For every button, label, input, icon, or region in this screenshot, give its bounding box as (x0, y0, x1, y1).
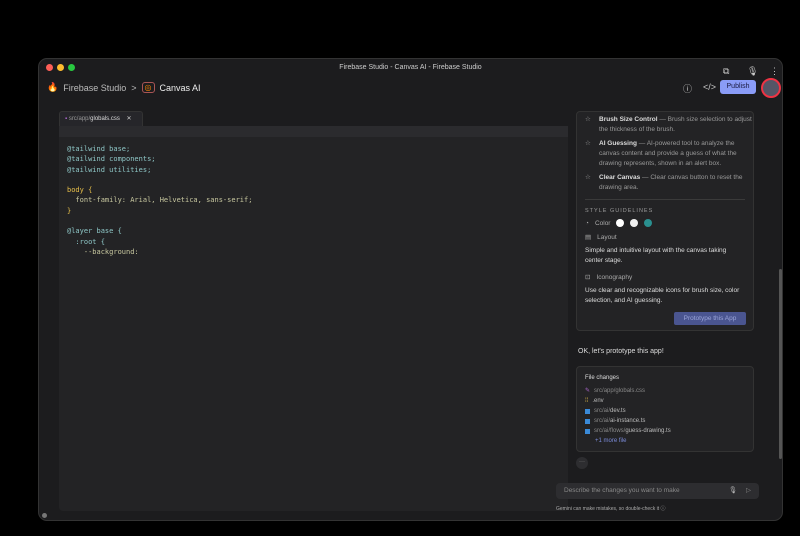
microphone-icon[interactable]: 🎙 (729, 483, 737, 499)
star-icon: ☆ (585, 174, 591, 181)
code-editor[interactable]: @tailwind base; @tailwind components; @t… (59, 126, 568, 511)
chat-input[interactable]: Describe the changes you want to make 🎙 … (556, 483, 759, 499)
window-title: Firebase Studio - Canvas AI - Firebase S… (339, 64, 482, 71)
color-swatch (630, 219, 639, 227)
feature-item: ☆ Brush Size Control — Brush size selecti… (585, 116, 752, 133)
layout-icon: ▤ (585, 234, 592, 241)
prototype-button[interactable]: Prototype this App (674, 312, 746, 325)
css-file-icon: ✎ (585, 388, 591, 394)
code-line: :root { (67, 237, 105, 246)
more-files-link[interactable]: +1 more file (595, 436, 753, 446)
ts-file-icon (585, 428, 590, 434)
help-icon[interactable]: ⓘ (683, 82, 692, 95)
code-content[interactable]: @tailwind base; @tailwind components; @t… (59, 137, 568, 264)
iconography-desc: Use clear and recognizable icons for bru… (585, 287, 740, 304)
css-file-icon: ▪ (65, 116, 68, 122)
avatar[interactable] (761, 78, 781, 98)
ts-file-icon (585, 418, 590, 424)
close-tab-icon[interactable]: ✕ (127, 116, 132, 122)
file-item[interactable]: src/ai/flows/guess-drawing.ts (585, 426, 753, 436)
status-indicator (42, 513, 47, 518)
color-swatch (616, 219, 625, 227)
disclaimer: Gemini can make mistakes, so double-chec… (556, 506, 666, 512)
code-line: @tailwind components; (67, 155, 156, 164)
code-line: } (67, 206, 72, 215)
file-changes-card: File changes ✎ src/app/globals.css ⁞⁞ .env… (576, 366, 754, 452)
file-item[interactable]: src/ai/ai-instance.ts (585, 416, 753, 426)
feature-item: ☆ AI Guessing — AI-powered tool to analyz… (585, 140, 737, 167)
code-line: font-family: Arial, Helvetica, sans-seri… (67, 196, 253, 205)
iconography-icon: ⊡ (585, 274, 591, 281)
assistant-message: OK, let's prototype this app! (578, 348, 664, 355)
code-line: @tailwind utilities; (67, 165, 152, 174)
info-icon[interactable]: ⓘ (661, 506, 666, 512)
env-file-icon: ⁞⁞ (585, 398, 589, 404)
code-line: body { (67, 186, 93, 195)
color-label: Color (594, 219, 611, 227)
file-item[interactable]: ✎ src/app/globals.css (585, 386, 753, 396)
feature-item: ☆ Clear Canvas — Clear canvas button to r… (585, 174, 743, 191)
star-icon: ☆ (585, 116, 591, 123)
file-item[interactable]: src/ai/dev.ts (585, 406, 753, 416)
publish-button[interactable]: Publish (720, 80, 756, 94)
ts-file-icon (585, 408, 590, 414)
style-guidelines-heading: STYLE GUIDELINES (585, 208, 654, 214)
blueprint-card: ☆ Brush Size Control — Brush size selecti… (576, 111, 754, 331)
chat-panel: ☆ Brush Size Control — Brush size selecti… (556, 99, 776, 519)
file-item[interactable]: ⁞⁞ .env (585, 396, 753, 406)
breadcrumb-separator: > (131, 82, 137, 93)
app-window: Firebase Studio - Canvas AI - Firebase S… (38, 58, 783, 521)
chat-placeholder: Describe the changes you want to make (564, 487, 680, 494)
close-window-button[interactable] (46, 64, 53, 71)
app-header: 🔥 Firebase Studio > ◎ Canvas AI ⓘ </> Pu… (39, 78, 782, 98)
title-bar: Firebase Studio - Canvas AI - Firebase S… (39, 59, 782, 77)
tab-dir: src/app/ (68, 116, 91, 122)
more-options-icon[interactable]: ··· (576, 457, 588, 469)
send-icon[interactable]: ▷ (746, 483, 751, 499)
palette-icon: ◔ (585, 219, 589, 227)
code-line: @layer base { (67, 227, 122, 236)
tab-file: globals.css (90, 116, 120, 122)
maximize-window-button[interactable] (68, 64, 75, 71)
code-line: @tailwind base; (67, 145, 131, 153)
project-name[interactable]: Canvas AI (160, 83, 201, 93)
project-icon: ◎ (141, 82, 155, 93)
firebase-logo-icon: 🔥 (47, 82, 59, 92)
tab-globals-css[interactable]: ▪ src/app/globals.css ✕ (59, 111, 143, 126)
scrollbar[interactable] (779, 269, 782, 459)
layout-label: Layout (597, 233, 617, 241)
color-swatch (644, 219, 653, 227)
code-line: --background: (67, 247, 139, 256)
iconography-label: Iconography (596, 273, 633, 281)
code-view-icon[interactable]: </> (703, 82, 716, 92)
brand-name[interactable]: Firebase Studio (63, 83, 126, 93)
editor-toolbar (59, 126, 568, 137)
file-changes-title: File changes (585, 375, 620, 381)
minimize-window-button[interactable] (57, 64, 64, 71)
star-icon: ☆ (585, 140, 591, 147)
layout-desc: Simple and intuitive layout with the can… (585, 247, 727, 264)
